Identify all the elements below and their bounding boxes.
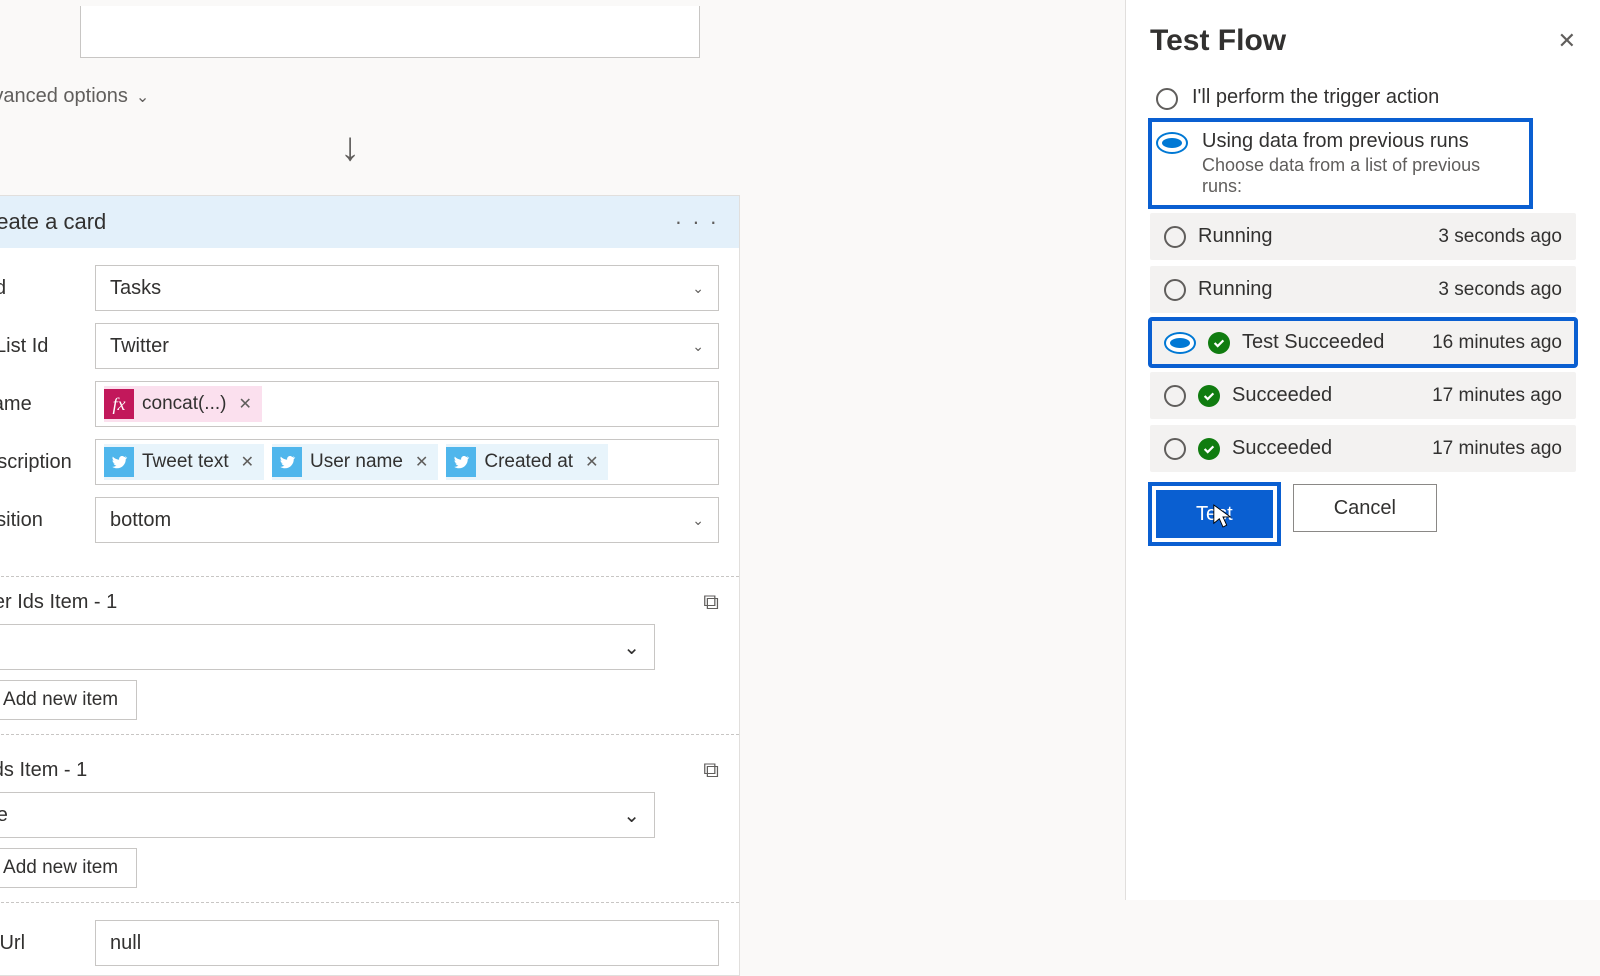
panel-title: Test Flow — [1150, 24, 1576, 58]
action-card: Create a card · · · ard Id Tasks ⌄ rent … — [0, 195, 740, 976]
run-status: Test Succeeded — [1242, 331, 1384, 354]
source-url-input[interactable]: null — [95, 920, 719, 966]
chevron-down-icon: ⌄ — [136, 87, 149, 107]
card-pos-label: d Position — [0, 509, 95, 532]
source-url-value: null — [110, 932, 141, 955]
run-time: 17 minutes ago — [1432, 438, 1562, 460]
chevron-down-icon: ⌄ — [623, 635, 640, 660]
card-name-label: rd Name — [0, 393, 95, 416]
add-label-button[interactable]: ＋ Add new item — [0, 848, 137, 888]
label-ids-value: blue — [0, 804, 8, 827]
test-button-label: Test — [1196, 503, 1233, 526]
option-prev-sub: Choose data from a list of previous runs… — [1202, 155, 1525, 197]
cancel-button-label: Cancel — [1334, 497, 1396, 520]
chevron-down-icon: ⌄ — [692, 280, 704, 297]
test-button-highlight: Test — [1150, 484, 1279, 544]
add-label-label: Add new item — [3, 857, 118, 879]
chevron-down-icon: ⌄ — [692, 338, 704, 355]
dynamic-token[interactable]: User name✕ — [272, 444, 438, 480]
more-icon[interactable]: · · · — [675, 209, 719, 235]
prev-card-fragment — [80, 6, 700, 58]
radio-icon[interactable] — [1156, 88, 1178, 110]
parent-list-value: Twitter — [110, 335, 169, 358]
fx-icon: fx — [104, 389, 134, 419]
remove-token-icon[interactable]: ✕ — [234, 394, 251, 414]
fx-token-label: concat(...) — [142, 393, 226, 415]
twitter-icon — [446, 447, 476, 477]
test-flow-panel: ✕ Test Flow I'll perform the trigger act… — [1125, 0, 1600, 900]
label-ids-title: bel Ids Item - 1 — [0, 759, 719, 782]
board-id-select[interactable]: Tasks ⌄ — [95, 265, 719, 311]
close-icon[interactable]: ✕ — [1558, 28, 1576, 54]
label-ids-select[interactable]: blue ⌄ — [0, 792, 655, 838]
chevron-down-icon: ⌄ — [623, 803, 640, 828]
option-prev-label: Using data from previous runs — [1202, 130, 1525, 153]
run-item[interactable]: Running 3 seconds ago — [1150, 266, 1576, 313]
success-icon — [1198, 385, 1220, 407]
card-pos-select[interactable]: bottom ⌄ — [95, 497, 719, 543]
fx-token[interactable]: fx concat(...) ✕ — [104, 386, 262, 422]
member-ids-select[interactable]: ⌄ — [0, 624, 655, 670]
twitter-icon — [272, 447, 302, 477]
remove-token-icon[interactable]: ✕ — [237, 452, 254, 472]
cancel-button[interactable]: Cancel — [1293, 484, 1437, 532]
success-icon — [1198, 438, 1220, 460]
run-item[interactable]: Running 3 seconds ago — [1150, 213, 1576, 260]
source-url-label: urce Url — [0, 932, 95, 955]
card-title: Create a card — [0, 209, 675, 235]
board-id-value: Tasks — [110, 277, 161, 300]
run-status: Running — [1198, 225, 1273, 248]
radio-icon[interactable] — [1164, 438, 1186, 460]
add-member-button[interactable]: ＋ Add new item — [0, 680, 137, 720]
radio-icon[interactable] — [1164, 332, 1196, 354]
test-button[interactable]: Test — [1156, 490, 1273, 538]
run-status: Running — [1198, 278, 1273, 301]
run-time: 3 seconds ago — [1438, 279, 1562, 301]
member-ids-section: ⧉ ember Ids Item - 1 ⌄ ＋ Add new item — [0, 576, 739, 735]
board-id-label: ard Id — [0, 277, 95, 300]
chevron-down-icon: ⌄ — [692, 512, 704, 529]
run-item[interactable]: Succeeded 17 minutes ago — [1150, 372, 1576, 419]
card-desc-input[interactable]: Tweet text✕User name✕Created at✕ — [95, 439, 719, 485]
run-status: Succeeded — [1232, 437, 1332, 460]
option-manual[interactable]: I'll perform the trigger action — [1150, 76, 1576, 120]
parent-list-select[interactable]: Twitter ⌄ — [95, 323, 719, 369]
dynamic-token[interactable]: Created at✕ — [446, 444, 608, 480]
run-item[interactable]: Test Succeeded 16 minutes ago — [1150, 319, 1576, 366]
option-manual-label: I'll perform the trigger action — [1192, 86, 1439, 109]
run-time: 17 minutes ago — [1432, 385, 1562, 407]
add-member-label: Add new item — [3, 689, 118, 711]
dynamic-token[interactable]: Tweet text✕ — [104, 444, 264, 480]
flow-arrow-icon: ↓ — [340, 125, 360, 170]
run-status: Succeeded — [1232, 384, 1332, 407]
radio-icon[interactable] — [1164, 279, 1186, 301]
run-time: 16 minutes ago — [1432, 332, 1562, 354]
remove-token-icon[interactable]: ✕ — [411, 452, 428, 472]
switch-array-icon[interactable]: ⧉ — [703, 757, 719, 783]
option-previous-runs[interactable]: Using data from previous runs Choose dat… — [1150, 120, 1531, 207]
radio-icon[interactable] — [1164, 226, 1186, 248]
card-desc-label: d Description — [0, 451, 95, 474]
advanced-options-label: ow advanced options — [0, 85, 128, 108]
label-ids-section: ⧉ bel Ids Item - 1 blue ⌄ ＋ Add new item — [0, 745, 739, 903]
run-item[interactable]: Succeeded 17 minutes ago — [1150, 425, 1576, 472]
switch-array-icon[interactable]: ⧉ — [703, 589, 719, 615]
twitter-icon — [104, 447, 134, 477]
run-time: 3 seconds ago — [1438, 226, 1562, 248]
success-icon — [1208, 332, 1230, 354]
remove-token-icon[interactable]: ✕ — [581, 452, 598, 472]
radio-icon[interactable] — [1164, 385, 1186, 407]
previous-runs-list: Running 3 seconds ago Running 3 seconds ago… — [1150, 213, 1576, 472]
card-name-input[interactable]: fx concat(...) ✕ — [95, 381, 719, 427]
parent-list-label: rent List Id — [0, 335, 95, 358]
radio-icon[interactable] — [1156, 132, 1188, 154]
member-ids-title: ember Ids Item - 1 — [0, 591, 719, 614]
advanced-options-link[interactable]: ow advanced options ⌄ — [0, 85, 149, 108]
card-pos-value: bottom — [110, 509, 171, 532]
card-header[interactable]: Create a card · · · — [0, 196, 739, 248]
